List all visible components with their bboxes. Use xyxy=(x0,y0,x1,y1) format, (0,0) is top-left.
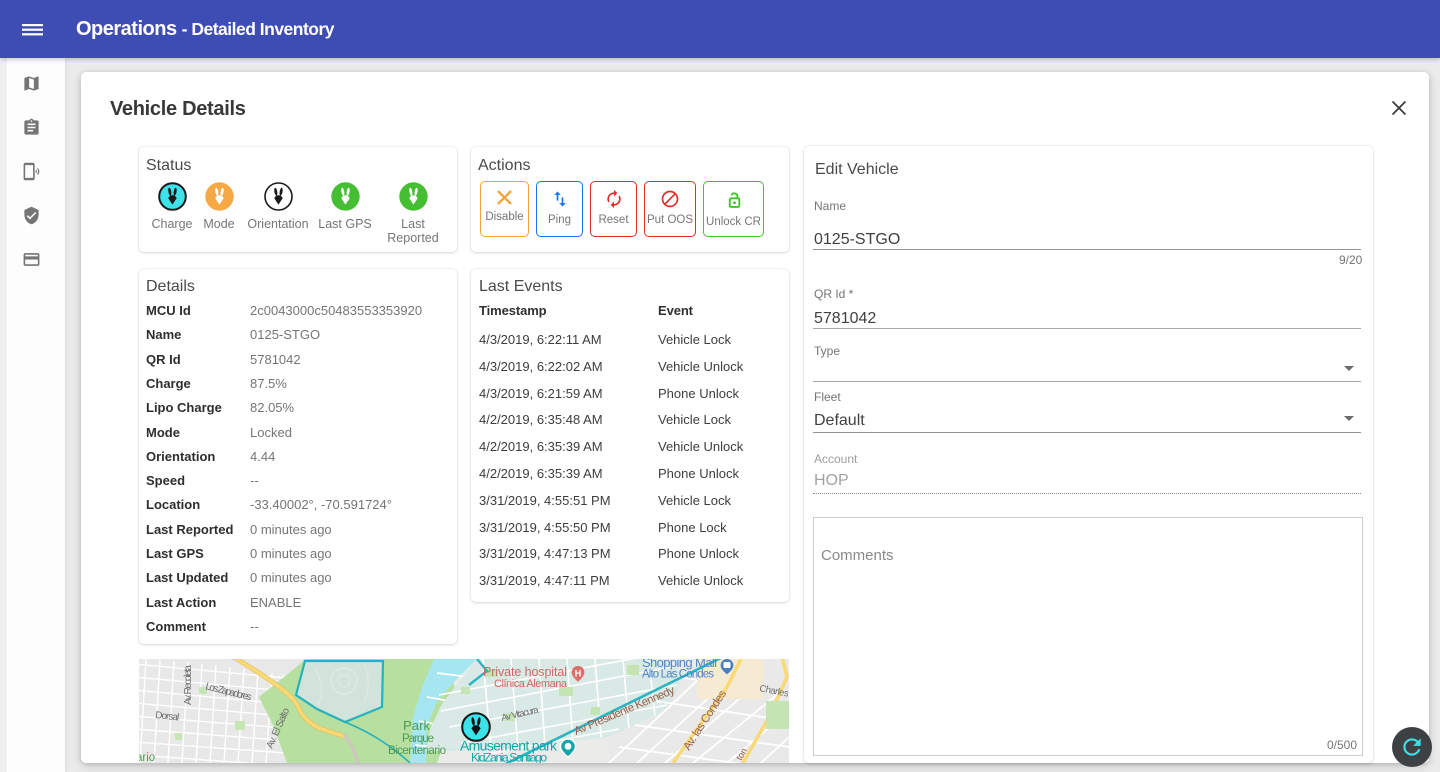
svg-text:Private hospital: Private hospital xyxy=(483,665,567,679)
svg-text:KidZania Santiago: KidZania Santiago xyxy=(471,751,547,764)
svg-text:ario: ario xyxy=(139,752,155,763)
svg-text:Bicentenario: Bicentenario xyxy=(388,745,446,757)
svg-text:Av. Recoleta: Av. Recoleta xyxy=(183,665,194,705)
svg-text:H: H xyxy=(575,669,582,679)
svg-text:Alto Las Condes: Alto Las Condes xyxy=(642,669,714,681)
svg-text:Clínica Alemana: Clínica Alemana xyxy=(494,678,568,690)
svg-text:Park: Park xyxy=(403,718,431,733)
svg-text:Parque: Parque xyxy=(402,733,434,745)
